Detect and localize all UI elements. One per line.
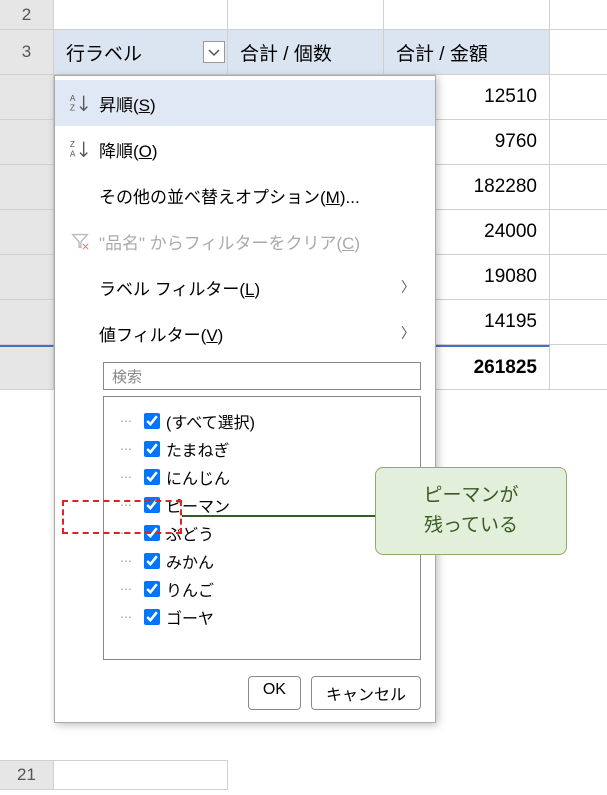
chevron-right-icon: 〉 xyxy=(401,277,421,297)
svg-text:Z: Z xyxy=(70,140,75,149)
annotation-line xyxy=(182,515,376,517)
cancel-button[interactable]: キャンセル xyxy=(311,676,421,710)
sort-desc-icon: ZA xyxy=(69,138,99,160)
chevron-right-icon: 〉 xyxy=(401,323,421,343)
svg-text:A: A xyxy=(70,149,76,158)
chevron-down-icon xyxy=(204,41,224,63)
menu-clear-filter: "品名" からフィルターをクリア(C) xyxy=(55,218,435,264)
checkbox[interactable] xyxy=(144,553,160,569)
search-input[interactable]: 検索 xyxy=(103,362,421,390)
checkbox[interactable] xyxy=(144,609,160,625)
checklist-item[interactable]: ⋯たまねぎ xyxy=(114,435,410,463)
menu-label-filter[interactable]: ラベル フィルター(L) 〉 xyxy=(55,264,435,310)
ok-button[interactable]: OK xyxy=(248,676,301,710)
svg-text:Z: Z xyxy=(70,103,75,112)
svg-text:A: A xyxy=(70,94,76,103)
checkbox[interactable] xyxy=(144,497,160,513)
checklist-item-select-all[interactable]: ⋯(すべて選択) xyxy=(114,407,410,435)
menu-sort-desc[interactable]: ZA 降順(O) xyxy=(55,126,435,172)
row-number: 2 xyxy=(0,0,54,29)
checklist-item[interactable]: ⋯にんじん xyxy=(114,463,410,491)
checkbox[interactable] xyxy=(144,581,160,597)
checklist-item[interactable]: ⋯みかん xyxy=(114,547,410,575)
checkbox[interactable] xyxy=(144,413,160,429)
checklist-item[interactable]: ⋯ぶどう xyxy=(114,519,410,547)
header-sum-count: 合計 / 個数 xyxy=(228,30,384,74)
sort-asc-icon: AZ xyxy=(69,92,99,114)
row-number: 3 xyxy=(0,30,54,74)
search-placeholder: 検索 xyxy=(112,366,142,387)
header-sum-amount: 合計 / 金額 xyxy=(384,30,550,74)
annotation-callout: ピーマンが 残っている xyxy=(375,467,567,555)
clear-filter-icon xyxy=(69,230,99,252)
filter-checklist[interactable]: ⋯(すべて選択) ⋯たまねぎ ⋯にんじん ⋯ピーマン ⋯ぶどう ⋯みかん ⋯りん… xyxy=(103,396,421,660)
checklist-item[interactable]: ⋯りんご xyxy=(114,575,410,603)
menu-value-filter[interactable]: 値フィルター(V) 〉 xyxy=(55,310,435,356)
checkbox[interactable] xyxy=(144,525,160,541)
checkbox[interactable] xyxy=(144,469,160,485)
header-rowlabel-text: 行ラベル xyxy=(66,39,142,66)
menu-more-sort[interactable]: その他の並べ替えオプション(M)... xyxy=(55,172,435,218)
header-rowlabel[interactable]: 行ラベル xyxy=(54,30,228,74)
filter-menu: AZ 昇順(S) ZA 降順(O) その他の並べ替えオプション(M)... "品… xyxy=(54,75,436,723)
checklist-item[interactable]: ⋯ゴーヤ xyxy=(114,603,410,631)
filter-dropdown-button[interactable] xyxy=(203,41,225,63)
menu-sort-asc[interactable]: AZ 昇順(S) xyxy=(55,80,435,126)
callout-line1: ピーマンが xyxy=(423,481,518,511)
checkbox[interactable] xyxy=(144,441,160,457)
callout-line2: 残っている xyxy=(424,511,518,541)
row-number: 21 xyxy=(0,761,54,789)
